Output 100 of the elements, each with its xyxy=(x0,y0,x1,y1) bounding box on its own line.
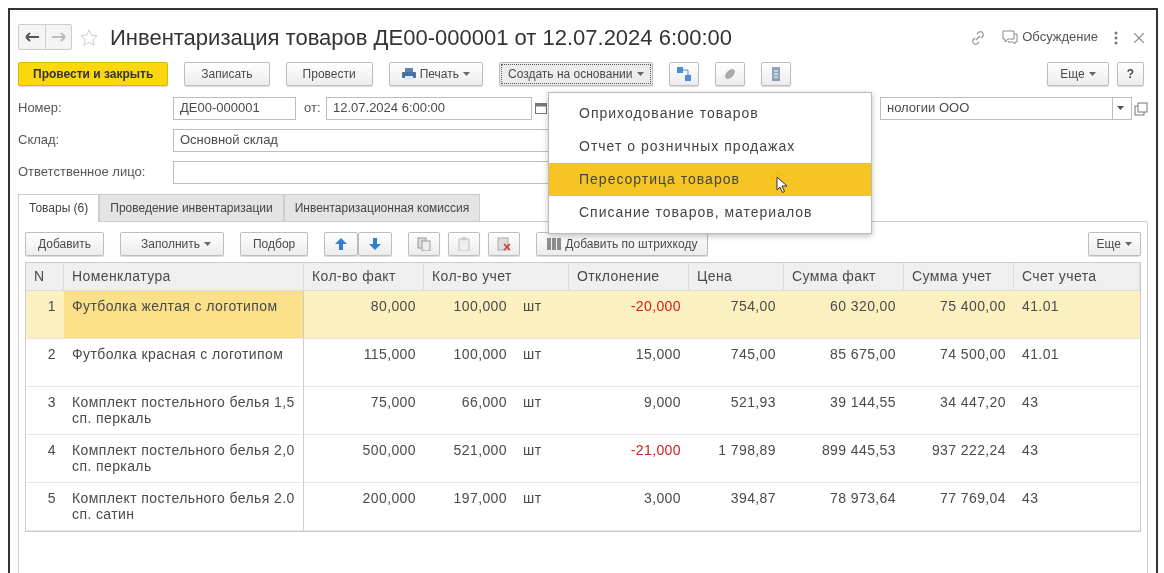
more-button[interactable]: Еще xyxy=(1047,62,1109,86)
table-row[interactable]: 5 Комплект постельного белья 2.0 сп. сатин 200,000 197,000 шт 3,000 394,87 78 973,64 77 769,04 43 xyxy=(26,483,1140,531)
printer-icon xyxy=(401,68,416,80)
table-cell: 500,000 xyxy=(362,442,416,458)
caret-icon xyxy=(636,72,644,76)
tab[interactable]: Проведение инвентаризации xyxy=(99,194,284,221)
table-row[interactable]: 4 Комплект постельного белья 2,0 сп. перкаль 500,000 521,000 шт -21,000 1 798,89 899 445,53 937 222,24 43 xyxy=(26,435,1140,483)
table-cell: 75,000 xyxy=(370,394,416,410)
table-cell: 75 400,00 xyxy=(940,298,1006,314)
table-cell: Футболка желтая с логотипом xyxy=(72,298,278,314)
number-field[interactable]: ДЕ00-000001 xyxy=(173,96,296,120)
table-cell: Комплект постельного белья 2,0 сп. перкаль xyxy=(72,442,295,474)
table-cell: 74 500,00 xyxy=(940,346,1006,362)
star-icon[interactable] xyxy=(80,29,98,47)
copy-icon xyxy=(417,237,432,251)
table-row[interactable]: 3 Комплект постельного белья 1,5 сп. перкаль 75,000 66,000 шт 9,000 521,93 39 144,55 34 447,20 43 xyxy=(26,387,1140,435)
table-row[interactable]: 2 Футболка красная с логотипом 115,000 100,000 шт 15,000 745,00 85 675,00 74 500,00 41.01 xyxy=(26,339,1140,387)
document-button[interactable] xyxy=(760,62,791,86)
caret-icon xyxy=(463,72,470,76)
menu-item[interactable]: Пересортица товаров xyxy=(549,163,871,196)
table-cell: 15,000 xyxy=(635,346,681,362)
table-cell: 43 xyxy=(1022,442,1039,458)
link-icon[interactable] xyxy=(970,29,987,46)
organization-field[interactable]: нологии ООО xyxy=(880,96,1112,120)
discussion-link[interactable]: Обсуждение xyxy=(1022,27,1098,47)
move-up-button[interactable] xyxy=(324,232,359,256)
table-cell: 115,000 xyxy=(363,346,416,362)
table-cell: -21,000 xyxy=(630,442,681,458)
mouse-pointer-icon xyxy=(771,171,789,193)
table-cell: -20,000 xyxy=(630,298,681,314)
more-options-icon[interactable] xyxy=(1114,30,1118,45)
add-by-barcode-button[interactable]: Добавить по штрихкоду xyxy=(536,232,709,256)
column-header: Номенклатура xyxy=(64,263,304,291)
dropdown-arrow-icon[interactable] xyxy=(1117,106,1124,110)
fill-button[interactable]: Заполнить xyxy=(120,232,224,256)
column-header: Сумма учет xyxy=(904,263,1014,291)
copy-button[interactable] xyxy=(408,232,441,256)
tab[interactable]: Инвентаризационная комиссия xyxy=(283,194,481,221)
structure-icon xyxy=(675,66,692,82)
more-button[interactable]: Еще xyxy=(1087,232,1141,256)
post-and-close-button[interactable]: Провести и закрыть xyxy=(18,62,169,86)
table-cell: 1 xyxy=(47,298,56,314)
date-field[interactable]: 12.07.2024 6:00:00 xyxy=(326,96,532,120)
paste-icon xyxy=(457,237,472,251)
table-cell: 43 xyxy=(1022,490,1039,506)
table-cell-text: шт xyxy=(523,298,543,316)
table-cell: Футболка красная с логотипом xyxy=(72,346,284,362)
window-title: Инвентаризация товаров ДЕ00-000001 от 12.07.2024 6:00:00 xyxy=(110,23,733,52)
column-header: Цена xyxy=(689,263,784,291)
paperclip-button[interactable] xyxy=(714,62,745,86)
table-cell-text: 521,000 xyxy=(453,442,507,460)
table-cell: 85 675,00 xyxy=(830,346,896,362)
open-icon[interactable] xyxy=(1134,101,1148,116)
forward-arrow-icon[interactable] xyxy=(51,32,66,42)
menu-item[interactable]: Оприходование товаров xyxy=(549,97,871,130)
field-label: от: xyxy=(304,99,322,118)
field-label: Номер: xyxy=(18,99,63,118)
delete-button[interactable] xyxy=(488,232,521,256)
table-cell: 60 320,00 xyxy=(830,298,896,314)
toolbar-button[interactable]: Провести xyxy=(285,62,373,86)
structure-button[interactable] xyxy=(668,62,699,86)
paste-button[interactable] xyxy=(448,232,481,256)
table-cell-text: шт xyxy=(523,346,543,364)
table-cell: 34 447,20 xyxy=(940,394,1006,410)
table-cell: Комплект постельного белья 2.0 сп. сатин xyxy=(72,490,295,522)
table-cell: 3,000 xyxy=(643,490,681,506)
column-header: Отклонение xyxy=(569,263,689,291)
chat-icon xyxy=(1002,30,1019,46)
selection-button[interactable]: Подбор xyxy=(239,232,309,256)
table-cell: 78 973,64 xyxy=(830,490,896,506)
table-cell-text: шт xyxy=(523,394,543,412)
close-icon[interactable] xyxy=(1134,32,1144,43)
table-cell: 41.01 xyxy=(1022,298,1060,314)
print-button[interactable]: Печать xyxy=(388,62,483,86)
toolbar-button[interactable]: Записать xyxy=(184,62,270,86)
table-cell: 43 xyxy=(1022,394,1039,410)
table-cell: 754,00 xyxy=(730,298,776,314)
table-cell: Комплект постельного белья 1,5 сп. перкаль xyxy=(72,394,295,426)
caret-icon xyxy=(1125,242,1132,246)
create-based-on-button[interactable]: Создать на основании xyxy=(499,62,653,86)
column-header: N xyxy=(26,263,64,291)
up-arrow-icon xyxy=(335,238,348,250)
table-cell-text: 197,000 xyxy=(453,490,507,508)
table-cell: 200,000 xyxy=(362,490,416,506)
field-label: Ответственное лицо: xyxy=(18,163,147,182)
table-cell-text: 66,000 xyxy=(461,394,507,412)
table-cell: 80,000 xyxy=(370,298,416,314)
table-cell-text: 100,000 xyxy=(453,346,507,364)
help-button[interactable]: ? xyxy=(1116,62,1144,86)
table-row[interactable]: 1 Футболка желтая с логотипом 80,000 100,000 шт -20,000 754,00 60 320,00 75 400,00 41.01 xyxy=(26,291,1140,339)
back-arrow-icon[interactable] xyxy=(25,32,39,42)
calendar-icon[interactable] xyxy=(535,102,547,114)
move-down-button[interactable] xyxy=(358,232,393,256)
table-cell: 9,000 xyxy=(643,394,681,410)
menu-item[interactable]: Списание товаров, материалов xyxy=(549,196,871,229)
table-cell: 5 xyxy=(47,490,56,506)
table-cell-text: шт xyxy=(523,490,543,508)
tab[interactable]: Товары (6) xyxy=(18,194,100,222)
add-button[interactable]: Добавить xyxy=(25,232,105,256)
table-cell: 39 144,55 xyxy=(830,394,896,410)
